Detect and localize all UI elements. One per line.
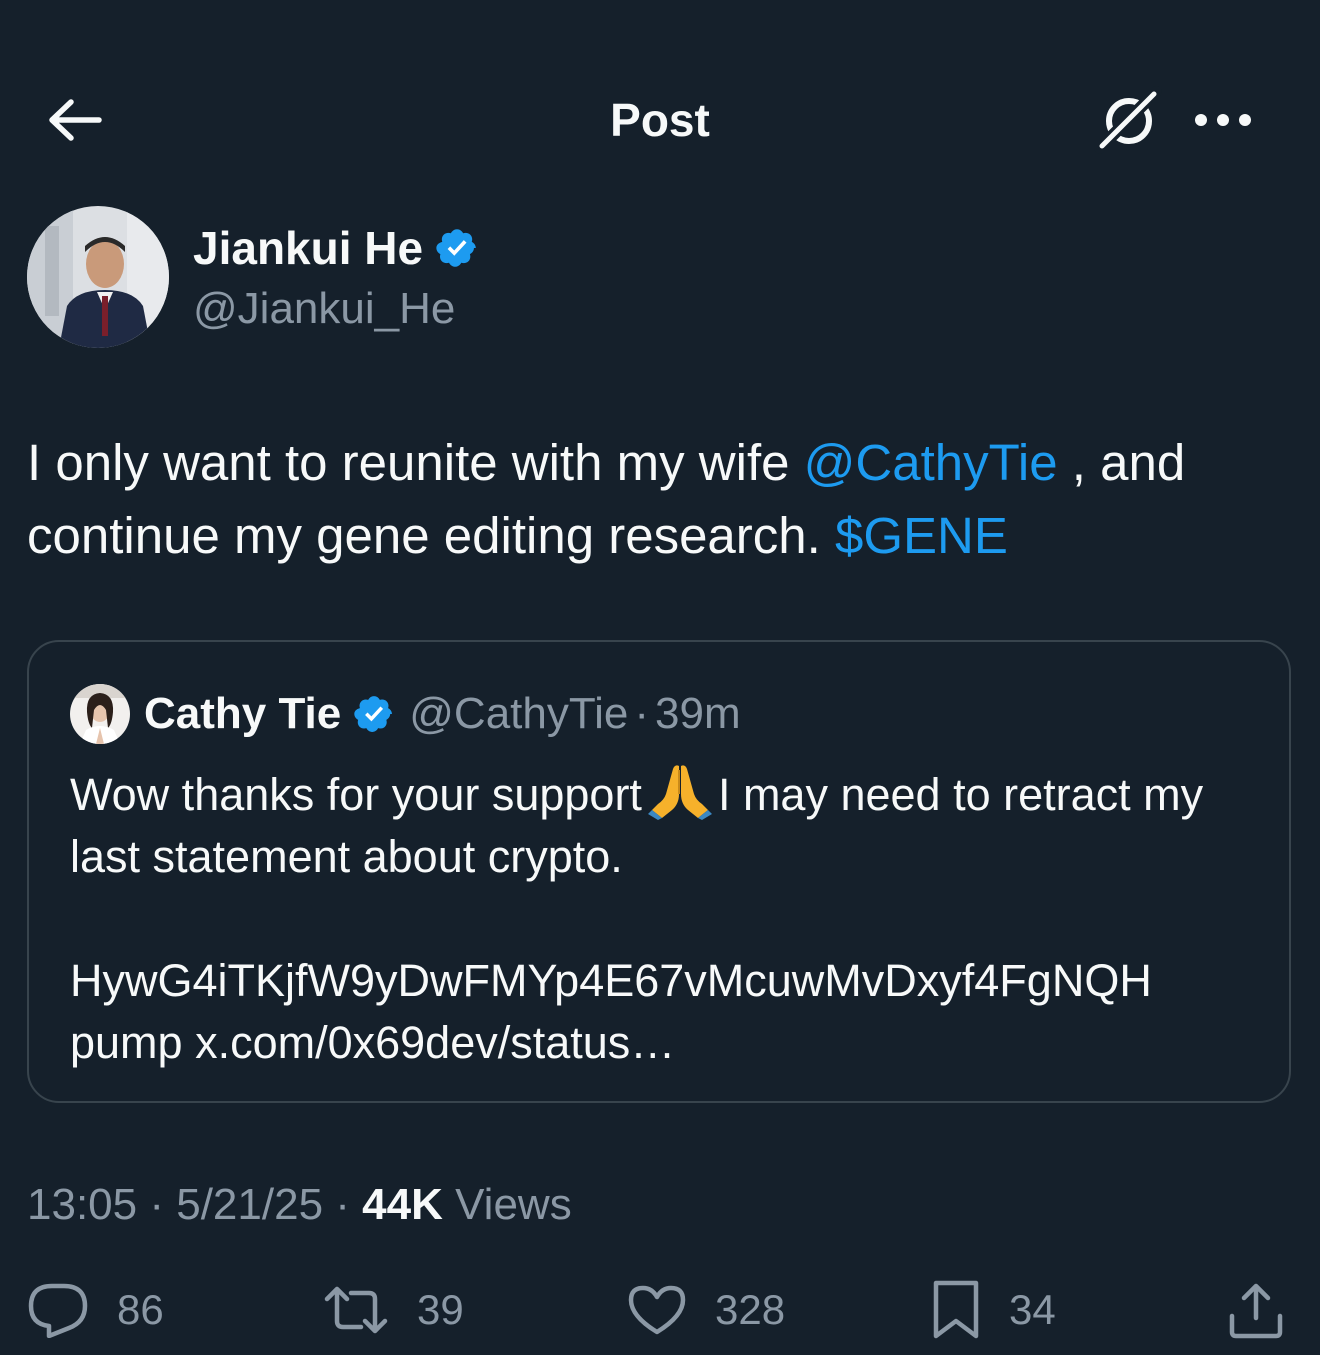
like-button[interactable]: 328 [627, 1278, 785, 1342]
views-label: Views [455, 1180, 572, 1229]
meta-separator: · [149, 1180, 164, 1229]
repost-icon [324, 1286, 388, 1334]
share-button[interactable] [1226, 1278, 1286, 1342]
post-text: I only want to reunite with my wife @Cat… [27, 426, 1293, 572]
author-handle[interactable]: @Jiankui_He [193, 282, 455, 336]
quote-author-name[interactable]: Cathy Tie [144, 686, 341, 742]
quote-paragraph: HywG4iTKjfW9yDwFMYp4E67vMcuwMvDxyf4FgNQH… [70, 955, 1152, 1068]
quoted-post[interactable]: Cathy Tie @CathyTie · 39m Wow thanks for… [27, 640, 1291, 1103]
quote-text-part: Wow thanks for your support [70, 769, 642, 820]
quote-avatar-image [70, 684, 130, 744]
more-dots-icon [1195, 114, 1251, 126]
quote-header: Cathy Tie @CathyTie · 39m [70, 682, 741, 746]
top-bar: Post [0, 0, 1320, 190]
post-time: 13:05 [27, 1180, 138, 1229]
grok-button[interactable] [1092, 84, 1166, 158]
author-name-row: Jiankui He [193, 220, 479, 276]
author-name[interactable]: Jiankui He [193, 220, 423, 276]
author-avatar[interactable] [27, 206, 169, 348]
verified-badge-icon [435, 226, 479, 270]
bookmark-button[interactable]: 34 [931, 1278, 1056, 1342]
meta-separator: · [335, 1180, 350, 1229]
post-meta: 13:05 · 5/21/25 · 44K Views [27, 1176, 572, 1234]
share-icon [1229, 1283, 1283, 1339]
reply-count: 86 [117, 1286, 164, 1333]
repost-button[interactable]: 39 [323, 1278, 464, 1342]
bookmark-count: 34 [1009, 1286, 1056, 1333]
heart-icon [628, 1285, 686, 1335]
reply-button[interactable]: 86 [27, 1278, 164, 1342]
verified-badge-icon [353, 693, 395, 735]
post-text-part: I only want to reunite with my wife [27, 434, 804, 491]
folded-hands-emoji-icon [647, 760, 712, 820]
avatar-image [27, 206, 169, 348]
mention-link[interactable]: @CathyTie [804, 434, 1058, 491]
cashtag-link[interactable]: $GENE [835, 507, 1008, 564]
quote-paragraph: Wow thanks for your support I may need t… [70, 760, 1260, 888]
repost-count: 39 [417, 1286, 464, 1333]
bookmark-icon [933, 1280, 979, 1339]
like-count: 328 [715, 1286, 786, 1333]
quote-separator: · [634, 689, 650, 738]
quote-timestamp[interactable]: 39m [655, 686, 741, 742]
more-options-button[interactable] [1190, 94, 1256, 146]
grok-icon [1094, 86, 1162, 154]
reply-icon [28, 1283, 88, 1338]
post-date: 5/21/25 [176, 1180, 324, 1229]
views-count[interactable]: 44K [362, 1180, 443, 1229]
quote-text: Wow thanks for your support I may need t… [70, 760, 1260, 1074]
quote-author-handle[interactable]: @CathyTie [409, 686, 628, 742]
quote-author-avatar[interactable] [70, 684, 130, 744]
